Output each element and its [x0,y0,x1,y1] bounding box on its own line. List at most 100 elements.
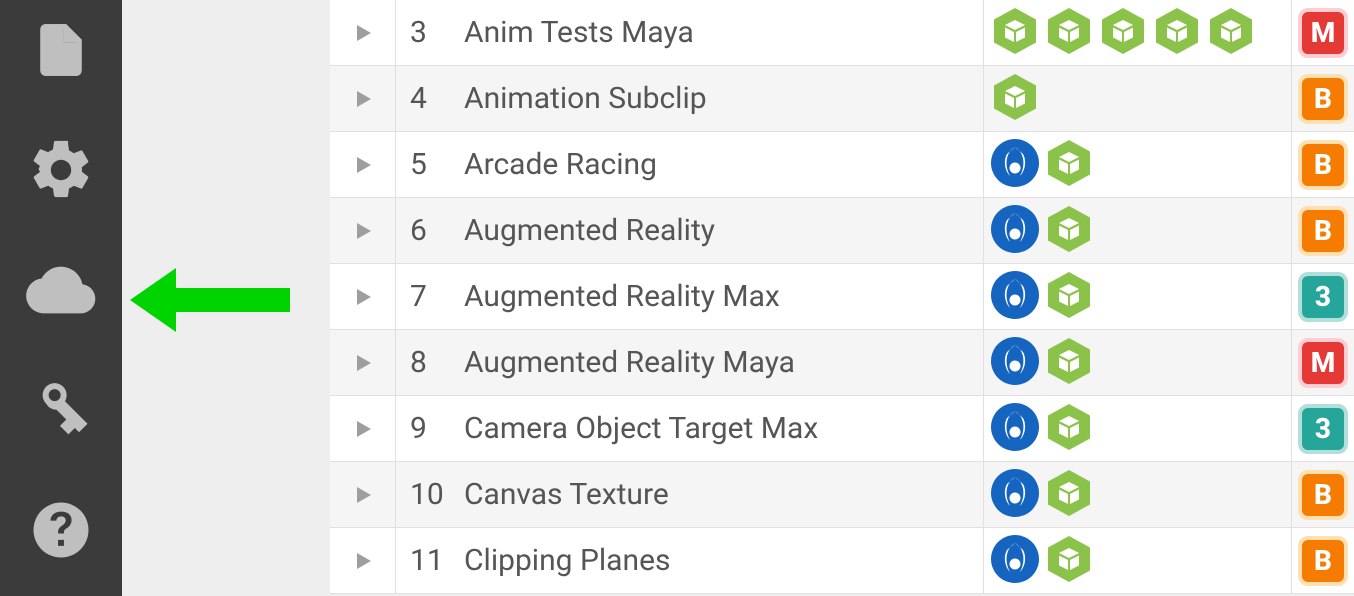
engine-cell: 3 [1292,396,1354,461]
row-number: 3 [410,15,454,50]
engine-badge-B[interactable]: B [1298,140,1348,190]
app-circle-icon[interactable] [990,468,1040,522]
engine-cell: B [1292,528,1354,593]
expand-toggle[interactable] [330,264,396,329]
engine-cell: B [1292,132,1354,197]
row-main[interactable]: 7Augmented Reality Max [396,264,984,329]
gear-icon [26,135,96,205]
engine-cell: 3 [1292,264,1354,329]
row-number: 10 [410,477,454,512]
row-main[interactable]: 3Anim Tests Maya [396,0,984,65]
row-name: Augmented Reality Max [454,279,780,314]
row-number: 9 [410,411,454,446]
expand-toggle[interactable] [330,132,396,197]
cloud-icon [21,255,101,325]
app-circle-icon[interactable] [990,336,1040,390]
row-icons [984,0,1292,65]
row-number: 6 [410,213,454,248]
table-row: 9Camera Object Target Max 3 [330,396,1354,462]
engine-cell: B [1292,198,1354,263]
row-name: Anim Tests Maya [454,15,694,50]
cube-hex-icon[interactable] [1044,534,1094,588]
app-circle-icon[interactable] [990,138,1040,192]
sidebar-item-cloud[interactable] [21,250,101,330]
engine-cell: B [1292,462,1354,527]
row-name: Augmented Reality Maya [454,345,795,380]
engine-cell: M [1292,330,1354,395]
row-icons [984,462,1292,527]
sidebar-item-help[interactable] [21,490,101,570]
row-icons [984,528,1292,593]
cube-hex-icon[interactable] [1044,468,1094,522]
row-name: Augmented Reality [454,213,715,248]
row-main[interactable]: 11Clipping Planes [396,528,984,593]
cube-hex-icon[interactable] [1098,6,1148,60]
engine-badge-3[interactable]: 3 [1298,404,1348,454]
cube-hex-icon[interactable] [1206,6,1256,60]
table-row: 5Arcade Racing B [330,132,1354,198]
row-number: 5 [410,147,454,182]
annotation-arrow [130,260,300,340]
table-row: 6Augmented Reality B [330,198,1354,264]
table-row: 3Anim Tests Maya M [330,0,1354,66]
row-icons [984,198,1292,263]
cube-hex-icon[interactable] [1044,138,1094,192]
row-icons [984,264,1292,329]
app-circle-icon[interactable] [990,204,1040,258]
sidebar-item-document[interactable] [21,10,101,90]
table-row: 8Augmented Reality Maya M [330,330,1354,396]
cube-hex-icon[interactable] [1152,6,1202,60]
cube-hex-icon[interactable] [1044,270,1094,324]
row-main[interactable]: 8Augmented Reality Maya [396,330,984,395]
expand-toggle[interactable] [330,462,396,527]
row-number: 8 [410,345,454,380]
app-circle-icon[interactable] [990,534,1040,588]
table-row: 10Canvas Texture B [330,462,1354,528]
engine-badge-B[interactable]: B [1298,536,1348,586]
row-main[interactable]: 6Augmented Reality [396,198,984,263]
expand-toggle[interactable] [330,66,396,131]
app-circle-icon[interactable] [990,402,1040,456]
row-number: 4 [410,81,454,116]
row-main[interactable]: 10Canvas Texture [396,462,984,527]
row-icons [984,132,1292,197]
row-main[interactable]: 4Animation Subclip [396,66,984,131]
cube-hex-icon[interactable] [1044,336,1094,390]
cube-hex-icon[interactable] [990,72,1040,126]
document-icon [30,15,92,85]
engine-badge-M[interactable]: M [1298,8,1348,58]
engine-badge-3[interactable]: 3 [1298,272,1348,322]
row-name: Arcade Racing [454,147,657,182]
expand-toggle[interactable] [330,330,396,395]
row-name: Clipping Planes [454,543,670,578]
engine-cell: M [1292,0,1354,65]
engine-badge-M[interactable]: M [1298,338,1348,388]
sidebar-item-key[interactable] [21,370,101,450]
app-circle-icon[interactable] [990,270,1040,324]
row-main[interactable]: 9Camera Object Target Max [396,396,984,461]
content-table: 3Anim Tests Maya M4Animation Subclip B5A… [330,0,1354,596]
cube-hex-icon[interactable] [1044,6,1094,60]
engine-badge-B[interactable]: B [1298,470,1348,520]
sidebar [0,0,122,596]
row-icons [984,330,1292,395]
row-name: Canvas Texture [454,477,669,512]
cube-hex-icon[interactable] [1044,204,1094,258]
expand-toggle[interactable] [330,0,396,65]
table-row: 7Augmented Reality Max 3 [330,264,1354,330]
cube-hex-icon[interactable] [1044,402,1094,456]
help-icon [28,497,94,563]
engine-badge-B[interactable]: B [1298,74,1348,124]
engine-cell: B [1292,66,1354,131]
table-row: 11Clipping Planes B [330,528,1354,594]
expand-toggle[interactable] [330,198,396,263]
engine-badge-B[interactable]: B [1298,206,1348,256]
cube-hex-icon[interactable] [990,6,1040,60]
expand-toggle[interactable] [330,396,396,461]
row-icons [984,396,1292,461]
table-row: 4Animation Subclip B [330,66,1354,132]
row-main[interactable]: 5Arcade Racing [396,132,984,197]
expand-toggle[interactable] [330,528,396,593]
sidebar-item-settings[interactable] [21,130,101,210]
row-number: 7 [410,279,454,314]
